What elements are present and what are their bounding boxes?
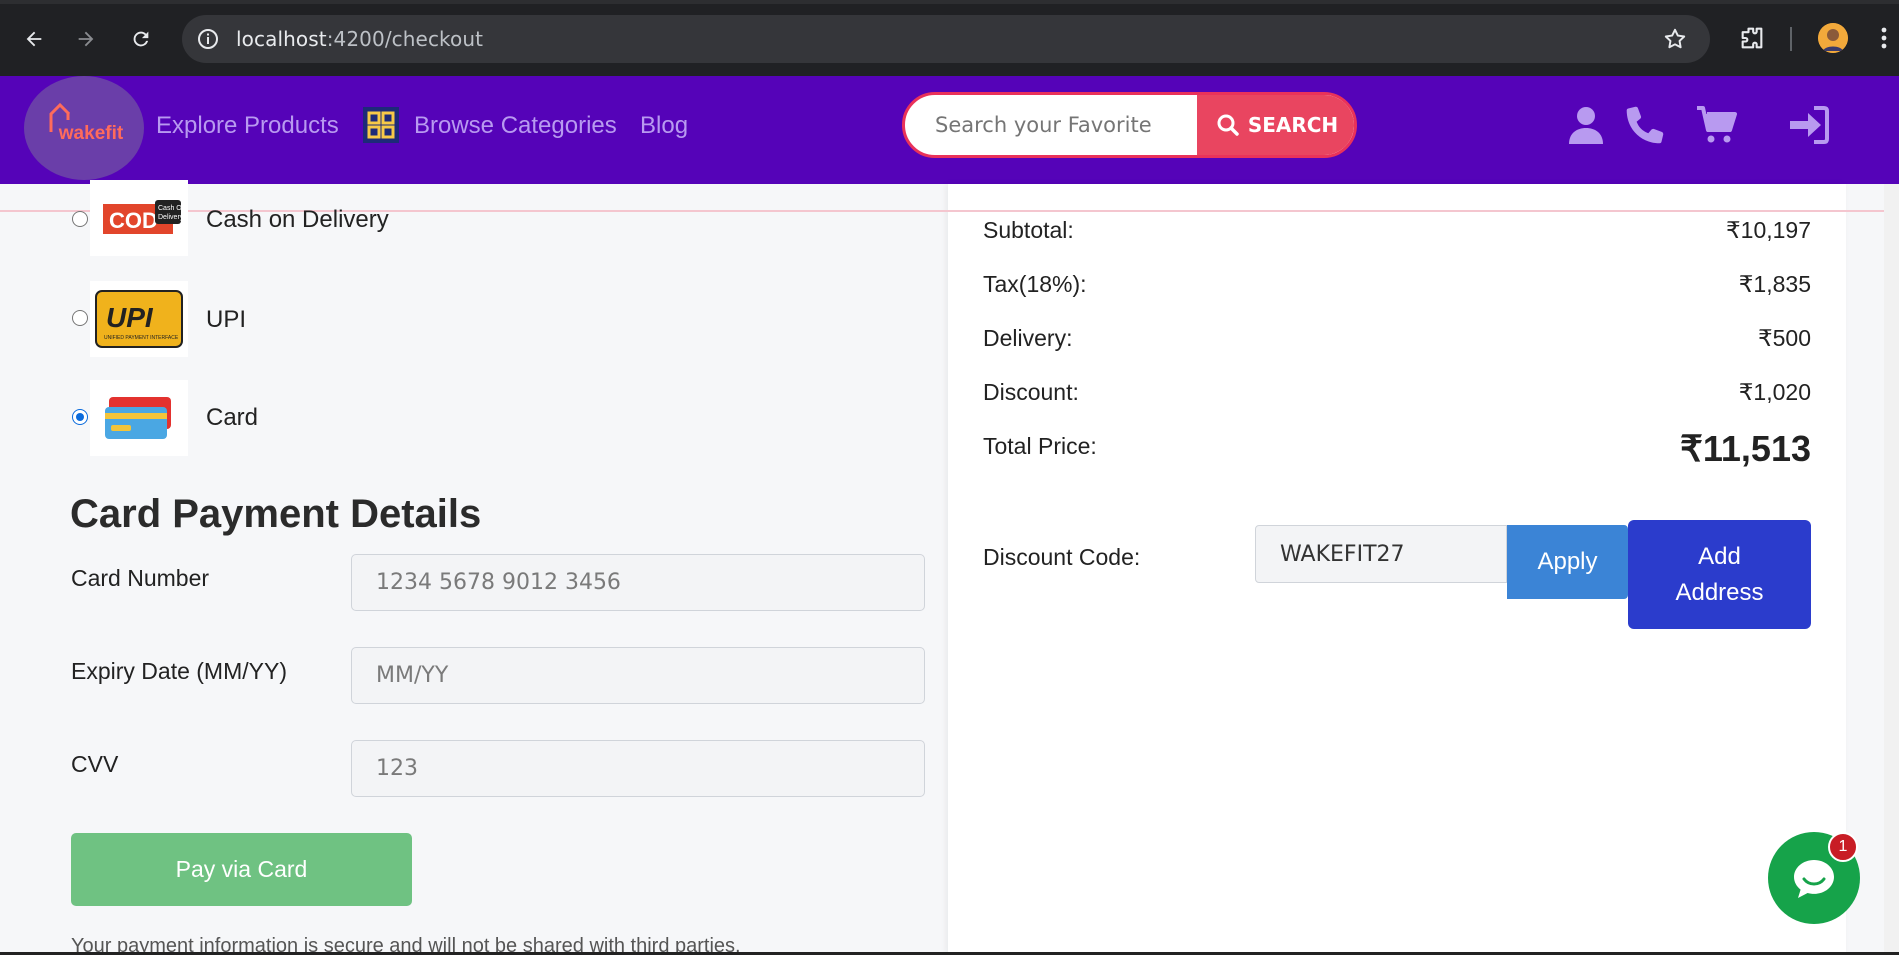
payment-option-upi[interactable]: UPI UNIFIED PAYMENT INTERFACE UPI xyxy=(72,280,772,358)
cvv-input[interactable]: 123 xyxy=(351,740,925,797)
categories-grid-icon[interactable] xyxy=(363,107,399,143)
more-menu-icon[interactable] xyxy=(1874,24,1894,52)
url-text: localhost:4200/checkout xyxy=(236,27,483,51)
tax-label: Tax(18%): xyxy=(983,271,1087,297)
url-path: :4200/checkout xyxy=(326,27,484,51)
nav-browse-categories[interactable]: Browse Categories xyxy=(414,112,617,140)
forward-button[interactable] xyxy=(69,22,103,56)
subtotal-value: ₹10,197 xyxy=(1726,217,1811,243)
card-icon xyxy=(90,380,188,456)
cart-icon[interactable] xyxy=(1694,102,1740,148)
expiry-input[interactable]: MM/YY xyxy=(351,647,925,704)
user-icon[interactable] xyxy=(1563,102,1609,148)
cod-radio[interactable] xyxy=(72,211,88,227)
card-payment-title: Card Payment Details xyxy=(70,492,482,536)
cod-icon: COD Cash On Delivery xyxy=(90,180,188,256)
upi-label: UPI xyxy=(206,306,247,333)
login-icon[interactable] xyxy=(1786,102,1832,148)
site-info-icon[interactable] xyxy=(196,27,220,51)
add-address-button[interactable]: Add Address xyxy=(1628,520,1811,629)
arrow-right-icon xyxy=(78,31,94,47)
tax-value: ₹1,835 xyxy=(1738,271,1811,297)
profile-avatar[interactable] xyxy=(1818,23,1848,53)
person-avatar-icon xyxy=(1818,23,1848,53)
arrow-left-icon xyxy=(26,31,42,47)
discount-label: Discount: xyxy=(983,379,1079,405)
payment-option-card[interactable]: Card xyxy=(72,378,772,456)
reload-button[interactable] xyxy=(124,22,158,56)
discount-value: ₹1,020 xyxy=(1738,379,1811,405)
extensions-puzzle-icon[interactable] xyxy=(1738,24,1766,52)
cvv-placeholder: 123 xyxy=(376,756,418,781)
cod-label: Cash on Delivery xyxy=(206,206,389,233)
discount-code-label: Discount Code: xyxy=(983,544,1141,570)
url-host: localhost xyxy=(236,27,327,51)
svg-text:Delivery: Delivery xyxy=(158,214,183,221)
browser-toolbar: localhost:4200/checkout xyxy=(0,0,1899,76)
nav-blog[interactable]: Blog xyxy=(640,112,688,140)
svg-text:Cash On: Cash On xyxy=(158,205,183,212)
upi-icon: UPI UNIFIED PAYMENT INTERFACE xyxy=(90,281,188,357)
toolbar-divider xyxy=(1790,27,1792,51)
address-bar[interactable]: localhost:4200/checkout xyxy=(182,15,1710,63)
svg-text:UPI: UPI xyxy=(106,302,154,333)
delivery-value: ₹500 xyxy=(1757,325,1811,351)
discount-code-input[interactable]: WAKEFIT27 xyxy=(1255,525,1507,583)
search-icon xyxy=(1217,114,1239,136)
add-address-label: Add Address xyxy=(1675,542,1764,606)
search-box: SEARCH xyxy=(902,92,1357,158)
cvv-label: CVV xyxy=(71,751,119,777)
card-number-input[interactable]: 1234 5678 9012 3456 xyxy=(351,554,925,611)
total-price-label: Total Price: xyxy=(983,433,1097,459)
page-scrollbar[interactable] xyxy=(1884,184,1899,955)
tab-strip-edge xyxy=(0,0,1899,4)
site-header: wakefit Explore Products Browse Categori… xyxy=(0,76,1899,184)
subtotal-label: Subtotal: xyxy=(983,217,1074,243)
delivery-label: Delivery: xyxy=(983,325,1073,351)
pay-via-card-button[interactable]: Pay via Card xyxy=(71,833,412,906)
site-logo[interactable]: wakefit xyxy=(24,76,144,180)
bookmark-star-icon[interactable] xyxy=(1662,26,1688,52)
apply-button[interactable]: Apply xyxy=(1507,525,1628,599)
discount-code-value: WAKEFIT27 xyxy=(1280,541,1405,567)
search-input[interactable] xyxy=(905,95,1195,155)
total-price-value: ₹11,513 xyxy=(1679,428,1811,469)
phone-icon[interactable] xyxy=(1622,102,1668,148)
reload-icon xyxy=(133,31,149,47)
expiry-placeholder: MM/YY xyxy=(376,663,449,688)
payment-option-cod[interactable]: COD Cash On Delivery Cash on Delivery xyxy=(72,180,772,258)
svg-text:COD: COD xyxy=(109,208,158,233)
expiry-label: Expiry Date (MM/YY) xyxy=(71,658,287,684)
house-logo-icon xyxy=(49,102,71,132)
nav-explore-products[interactable]: Explore Products xyxy=(156,112,339,140)
search-button-label: SEARCH xyxy=(1247,113,1339,137)
back-button[interactable] xyxy=(17,22,51,56)
chat-icon xyxy=(1794,860,1834,898)
upi-radio[interactable] xyxy=(72,310,88,326)
chat-notification-badge: 1 xyxy=(1828,832,1858,862)
svg-text:UNIFIED PAYMENT INTERFACE: UNIFIED PAYMENT INTERFACE xyxy=(104,335,179,341)
card-radio[interactable] xyxy=(72,409,88,425)
card-number-label: Card Number xyxy=(71,565,210,591)
card-label: Card xyxy=(206,404,259,431)
card-number-placeholder: 1234 5678 9012 3456 xyxy=(376,570,621,595)
search-button[interactable]: SEARCH xyxy=(1197,95,1354,155)
